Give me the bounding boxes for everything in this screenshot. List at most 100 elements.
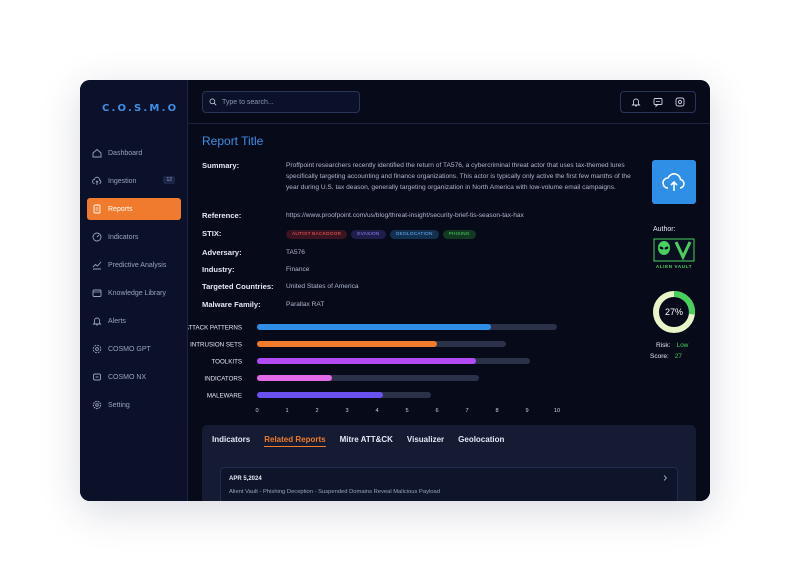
sidebar-item-label: Ingestion (108, 177, 137, 185)
search-icon (209, 98, 217, 106)
cloud-upload-icon (92, 176, 102, 185)
sidebar-item-cosmo-nx[interactable]: COSMO NX (87, 366, 181, 388)
bell-icon[interactable] (631, 97, 641, 107)
app-window: C.O.S.M.O Dashboard Ingestion 12 Reports… (80, 80, 710, 501)
library-icon (92, 289, 102, 297)
sidebar-item-label: COSMO GPT (108, 345, 151, 353)
x-tick-label: 3 (345, 408, 348, 414)
home-icon (92, 148, 102, 158)
bar (257, 375, 332, 381)
sidebar-item-alerts[interactable]: Alerts (87, 310, 181, 332)
x-tick-label: 2 (315, 408, 318, 414)
upload-button[interactable] (652, 160, 696, 204)
header-actions (620, 91, 696, 113)
sidebar-item-ingestion[interactable]: Ingestion 12 (87, 170, 181, 192)
x-tick-label: 9 (525, 408, 528, 414)
sidebar-item-label: Indicators (108, 233, 139, 241)
tab-bar: Indicators Related Reports Mitre ATT&CK … (212, 435, 504, 447)
sidebar-item-label: Dashboard (108, 149, 143, 157)
stix-tag[interactable]: GEOLOCATION (389, 230, 439, 239)
document-icon (93, 204, 101, 214)
logo-text: C.O.S.M.O (102, 102, 179, 114)
sidebar-item-label: COSMO NX (108, 373, 147, 381)
malware-label: Malware Family: (202, 300, 261, 309)
x-tick-label: 0 (255, 408, 258, 414)
author-label: Author: (653, 226, 676, 233)
tab-related-reports[interactable]: Related Reports (264, 435, 326, 447)
x-tick-label: 8 (495, 408, 498, 414)
risk-percent: 27% (665, 307, 683, 317)
x-tick-label: 5 (405, 408, 408, 414)
reference-label: Reference: (202, 211, 242, 220)
sidebar-item-dashboard[interactable]: Dashboard (87, 142, 181, 164)
chevron-right-icon[interactable] (661, 474, 669, 482)
countries-label: Targeted Countries: (202, 282, 274, 291)
report-date: APR 5,2024 (229, 476, 262, 482)
risk-value: Low (676, 342, 689, 349)
risk-label: Risk: (656, 342, 671, 349)
stix-tags: AUTOIT BACKDOOR EVASION GEOLOCATION PHIS… (286, 230, 480, 239)
related-report-card[interactable]: APR 5,2024 Alient Vault - Phishing Decep… (220, 467, 678, 501)
cloud-upload-icon (662, 173, 685, 191)
sidebar: C.O.S.M.O Dashboard Ingestion 12 Reports… (80, 80, 188, 501)
search-input[interactable] (222, 98, 352, 106)
count-badge: 12 (163, 176, 175, 184)
bar (257, 392, 383, 398)
bar-category-label: INTRUSION SETS (190, 342, 242, 349)
tab-visualizer[interactable]: Visualizer (407, 435, 444, 447)
sidebar-item-reports[interactable]: Reports (87, 198, 181, 220)
sidebar-item-label: Reports (108, 205, 133, 213)
x-tick-label: 4 (375, 408, 378, 414)
bar-chart: ATTACK PATTERNS INTRUSION SETS TOOLKITS IND… (188, 324, 560, 414)
alien-vault-logo: ALIEN VAULT (653, 238, 695, 269)
search-box (202, 91, 360, 113)
x-tick-label: 10 (554, 408, 560, 414)
countries-value: United States of America (286, 283, 359, 290)
bar-category-label: ATTACK PATTERNS (188, 325, 242, 332)
score-value: 27 (674, 353, 683, 360)
stix-label: STIX: (202, 229, 222, 238)
bell-icon (92, 317, 102, 326)
bar-category-label: MALEWARE (207, 393, 242, 400)
bar (257, 358, 476, 364)
bar-category-label: INDICATORS (204, 376, 242, 383)
stix-tag[interactable]: EVASION (351, 230, 386, 239)
tab-geolocation[interactable]: Geolocation (458, 435, 504, 447)
stix-tag[interactable]: PHISING (442, 230, 476, 239)
risk-score: Risk: Low Score: 27 (650, 340, 689, 362)
score-label: Score: (650, 353, 669, 360)
tab-indicators[interactable]: Indicators (212, 435, 250, 447)
adversary-value: TA576 (286, 249, 305, 256)
top-header (188, 80, 710, 124)
sidebar-item-knowledge-library[interactable]: Knowledge Library (87, 282, 181, 304)
sidebar-item-label: Alerts (108, 317, 126, 325)
reference-link[interactable]: https://www.proofpoint.com/us/blog/threa… (286, 210, 524, 221)
cube-icon (93, 373, 101, 381)
x-tick-label: 1 (285, 408, 288, 414)
sidebar-item-setting[interactable]: Setting (87, 394, 181, 416)
sidebar-nav: Dashboard Ingestion 12 Reports Indicator… (87, 142, 181, 422)
gear-chat-icon (92, 344, 102, 354)
adversary-label: Adversary: (202, 248, 242, 257)
settings-icon[interactable] (675, 97, 685, 107)
x-tick-label: 6 (435, 408, 438, 414)
summary-text: Proffpoint researchers recently identifi… (286, 162, 631, 191)
alien-vault-logo-text: ALIEN VAULT (656, 264, 692, 269)
industry-value: Finance (286, 266, 310, 273)
gauge-icon (92, 232, 102, 242)
chat-icon[interactable] (653, 97, 663, 107)
sidebar-item-label: Knowledge Library (108, 289, 166, 297)
risk-donut: 27% (653, 291, 695, 333)
sidebar-item-cosmo-gpt[interactable]: COSMO GPT (87, 338, 181, 360)
sidebar-item-predictive-analysis[interactable]: Predictive Analysis (87, 254, 181, 276)
bar-category-label: TOOLKITS (212, 359, 243, 366)
sidebar-item-indicators[interactable]: Indicators (87, 226, 181, 248)
stix-tag[interactable]: AUTOIT BACKDOOR (286, 230, 348, 239)
x-tick-label: 7 (465, 408, 468, 414)
related-panel: Indicators Related Reports Mitre ATT&CK … (202, 425, 696, 501)
tab-mitre-attack[interactable]: Mitre ATT&CK (340, 435, 393, 447)
gear-icon (92, 400, 102, 410)
summary-label: Summary: (202, 161, 240, 170)
sidebar-item-label: Predictive Analysis (108, 261, 167, 269)
logo[interactable]: C.O.S.M.O (98, 96, 178, 120)
